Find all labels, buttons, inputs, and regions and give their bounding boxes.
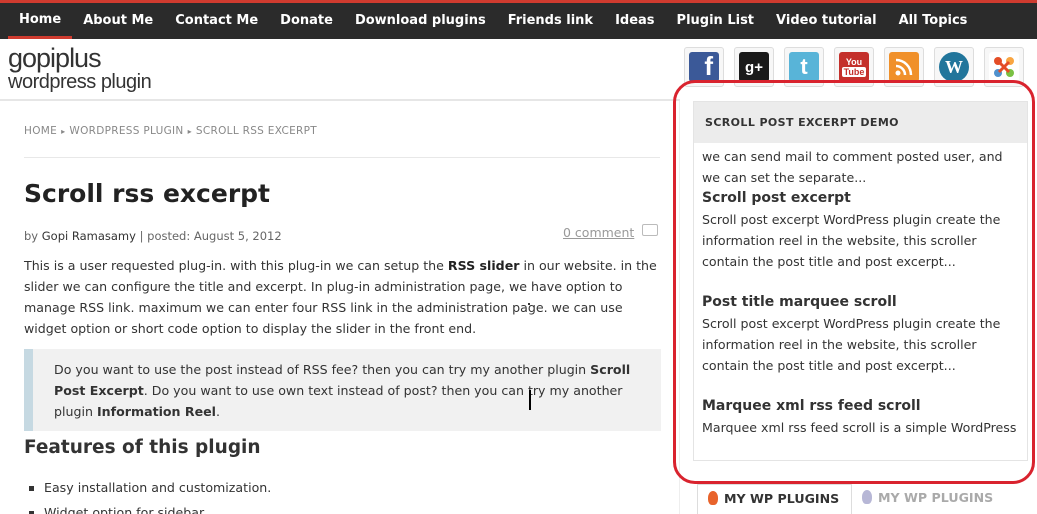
scroller-item-title[interactable]: Post title marquee scroll: [702, 292, 1022, 313]
information-reel-link[interactable]: Information Reel: [97, 404, 216, 419]
scroller-item-title[interactable]: Marquee xml rss feed scroll: [702, 396, 1022, 417]
tab-my-wp-plugins-active[interactable]: MY WP PLUGINS: [697, 484, 852, 514]
flame-icon: [708, 491, 718, 505]
scroller-item-text: Scroll post excerpt WordPress plugin cre…: [702, 316, 1001, 373]
breadcrumb-separator-icon: ▸: [187, 127, 192, 136]
post-meta: by Gopi Ramasamy | posted: August 5, 201…: [24, 229, 282, 243]
nav-item-about-me[interactable]: About Me: [72, 3, 164, 39]
nav-item-friends-link[interactable]: Friends link: [497, 3, 604, 39]
nav-item-download-plugins[interactable]: Download plugins: [344, 3, 497, 39]
list-item: Easy installation and customization.: [28, 475, 271, 500]
scroller-lead-text: we can send mail to comment posted user,…: [702, 149, 1003, 185]
facebook-icon: f: [689, 51, 719, 82]
nav-item-plugin-list[interactable]: Plugin List: [666, 3, 765, 39]
quote-text: .: [216, 404, 221, 419]
breadcrumb-home[interactable]: HOME: [24, 125, 57, 137]
logo-subtitle: wordpress plugin: [8, 71, 152, 93]
nav-item-donate[interactable]: Donate: [269, 3, 344, 39]
post-title: Scroll rss excerpt: [24, 179, 270, 208]
google-plus-icon: g+: [739, 52, 769, 82]
breadcrumb-section[interactable]: WORDPRESS PLUGIN: [69, 125, 183, 137]
features-heading: Features of this plugin: [24, 437, 261, 458]
breadcrumb-current: SCROLL RSS EXCERPT: [195, 125, 317, 137]
post-paragraph: This is a user requested plug-in. with t…: [24, 255, 664, 339]
logo-title: gopiplus: [8, 43, 102, 73]
joomla-icon: [989, 52, 1019, 82]
youtube-icon-top: You: [845, 57, 863, 67]
comment-bubble-icon[interactable]: [642, 224, 658, 236]
tab-label: MY WP PLUGINS: [724, 491, 840, 506]
post-date: | posted: August 5, 2012: [139, 229, 282, 243]
scroll-post-excerpt-widget: SCROLL POST EXCERPT DEMO we can send mai…: [693, 101, 1028, 461]
text-cursor: [529, 390, 531, 410]
youtube-icon: You Tube: [839, 52, 869, 82]
stray-dot: [528, 303, 530, 305]
post-paragraph-bold: RSS slider: [447, 258, 520, 273]
scroller-item-title[interactable]: Scroll post excerpt: [702, 188, 1022, 209]
nav-item-home[interactable]: Home: [8, 3, 73, 39]
post-paragraph-text: This is a user requested plug-in. with t…: [24, 258, 448, 273]
tab-label: MY WP PLUGINS: [878, 490, 994, 505]
twitter-icon: t: [789, 52, 819, 82]
rss-glyph: [895, 58, 913, 76]
nav-item-video-tutorial[interactable]: Video tutorial: [765, 3, 888, 39]
list-item: Widget option for sidebar.: [28, 500, 271, 514]
quote-text: Do you want to use the post instead of R…: [54, 362, 591, 377]
top-navigation-bar: Home About Me Contact Me Donate Download…: [0, 0, 1037, 39]
site-logo[interactable]: gopiplus wordpress plugin: [8, 44, 178, 92]
post-author[interactable]: Gopi Ramasamy: [42, 229, 136, 243]
scroller-item-text: Scroll post excerpt WordPress plugin cre…: [702, 212, 1001, 269]
main-nav: Home About Me Contact Me Donate Download…: [0, 3, 1037, 39]
widget-title: SCROLL POST EXCERPT DEMO: [694, 102, 1027, 143]
flame-icon: [862, 490, 872, 504]
plugin-tabs: MY WP PLUGINS MY WP PLUGINS: [697, 484, 1037, 514]
breadcrumb-separator-icon: ▸: [61, 127, 66, 136]
breadcrumb-divider: [24, 157, 660, 158]
tab-my-wp-plugins[interactable]: MY WP PLUGINS: [852, 484, 1037, 514]
nav-item-all-topics[interactable]: All Topics: [888, 3, 979, 39]
nav-item-contact-me[interactable]: Contact Me: [164, 3, 269, 39]
rss-icon: [889, 52, 919, 82]
joomla-glyph: [994, 57, 1014, 77]
scroller-item-text: Marquee xml rss feed scroll is a simple …: [702, 420, 1017, 435]
features-list: Easy installation and customization. Wid…: [28, 475, 271, 514]
main-content: HOME ▸ WORDPRESS PLUGIN ▸ SCROLL RSS EXCERPT…: [0, 101, 680, 514]
excerpt-scroller: we can send mail to comment posted user,…: [702, 146, 1022, 458]
breadcrumb: HOME ▸ WORDPRESS PLUGIN ▸ SCROLL RSS EXCERPT: [24, 125, 317, 137]
wordpress-icon: W: [939, 52, 969, 82]
comment-count-link[interactable]: 0 comment: [563, 225, 634, 240]
post-by-label: by: [24, 229, 39, 243]
youtube-icon-bottom: Tube: [841, 67, 867, 77]
post-blockquote: Do you want to use the post instead of R…: [24, 349, 661, 431]
nav-item-ideas[interactable]: Ideas: [604, 3, 665, 39]
